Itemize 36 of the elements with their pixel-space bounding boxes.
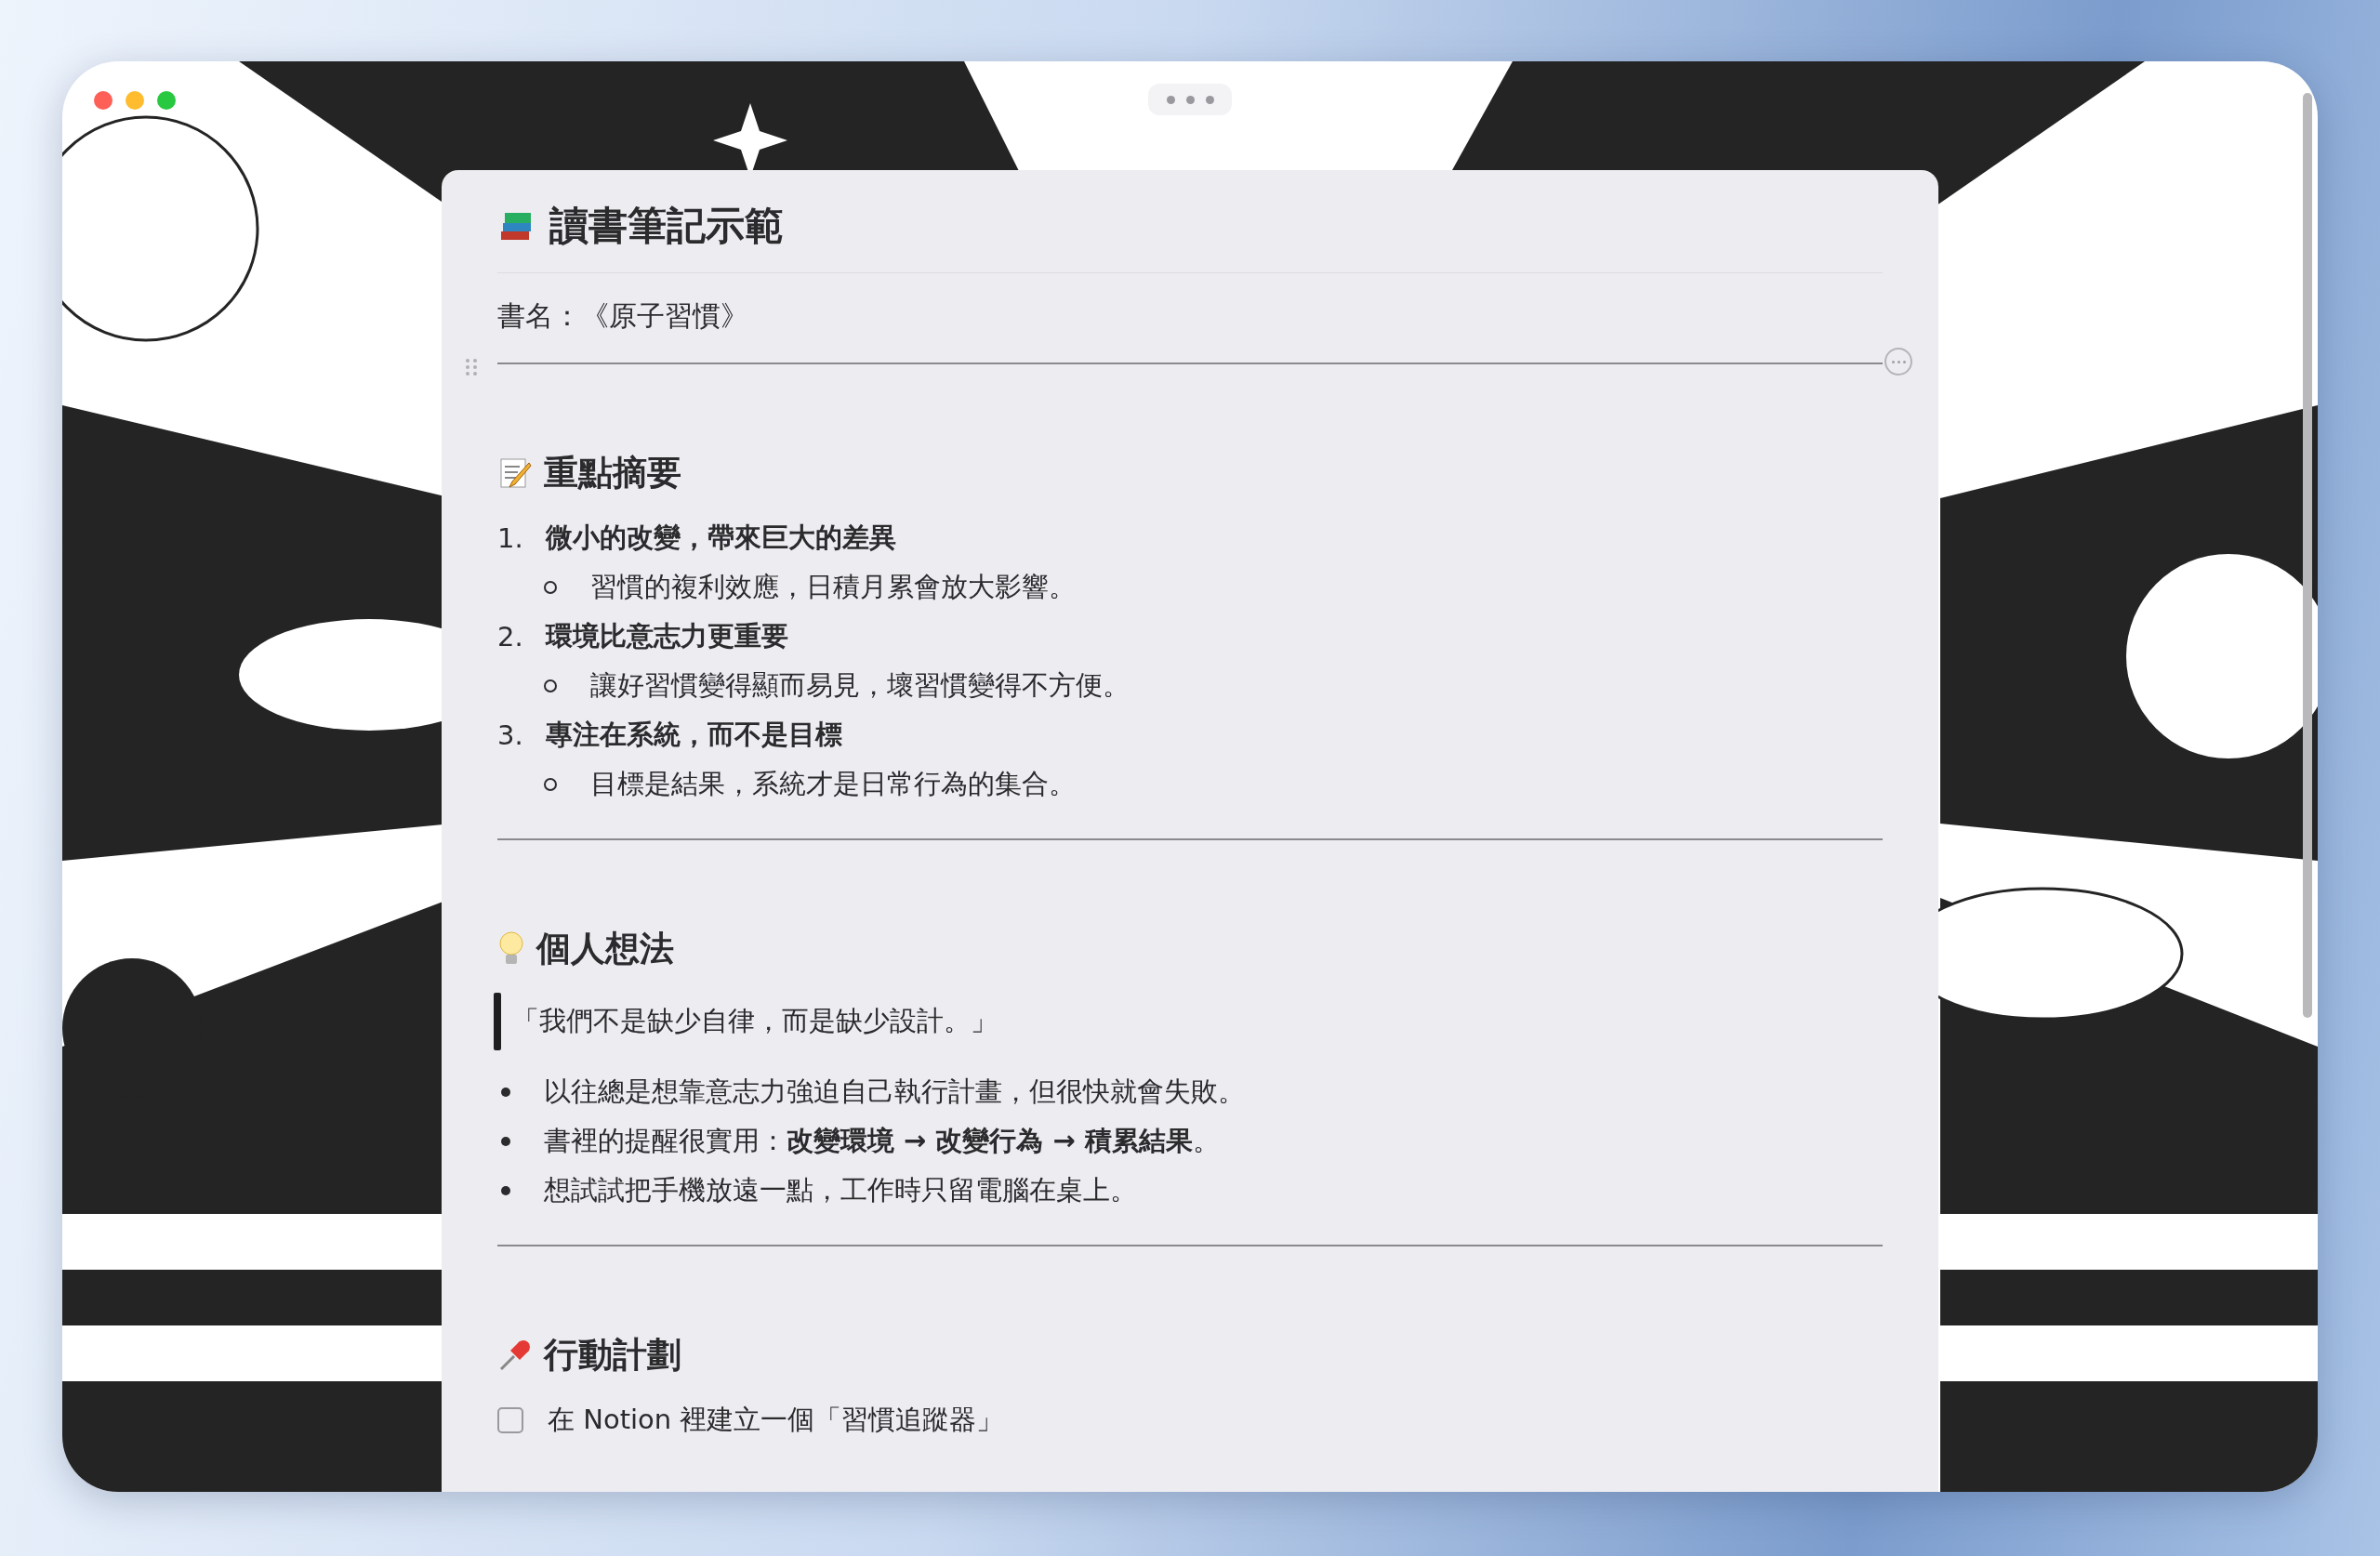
list-item-text: 微小的改變，帶來巨大的差異: [546, 520, 896, 555]
zoom-button[interactable]: [157, 91, 176, 110]
list-item-text: 以往總是想靠意志力強迫自己執行計畫，但很快就會失敗。: [544, 1074, 1245, 1109]
bullet-icon: [544, 679, 557, 692]
bullet-icon: [501, 1087, 510, 1097]
section-heading: 個人想法: [536, 928, 674, 970]
page-title: 讀書筆記示範: [549, 202, 784, 250]
bullet-icon: [544, 777, 557, 791]
list-number: 1.: [497, 521, 524, 554]
todo-checkbox[interactable]: [497, 1406, 523, 1433]
section-heading: 重點摘要: [544, 452, 681, 494]
quote-text: 「我們不是缺少自律，而是缺少設計。」: [512, 1004, 998, 1038]
bullet-icon: [501, 1185, 510, 1195]
quote-bar: [494, 993, 501, 1050]
bullet-icon: [501, 1136, 510, 1146]
window-menu-button[interactable]: [1148, 84, 1232, 115]
list-item-text: 習慣的複利效應，日積月累會放大影響。: [590, 569, 1076, 604]
todo-text: 在 Notion 裡建立一個「習慣追蹤器」: [548, 1402, 1004, 1437]
more-options-button[interactable]: [1884, 348, 1912, 376]
memo-icon: [497, 455, 533, 491]
pushpin-icon: [497, 1338, 533, 1373]
section-heading: 行動計劃: [544, 1334, 681, 1377]
list-item-text: 專注在系統，而不是目標: [546, 717, 842, 752]
book-name-text: 書名：《原子習慣》: [497, 298, 749, 334]
list-number: 2.: [497, 620, 524, 653]
list-item-text: 目標是結果，系統才是日常行為的集合。: [590, 766, 1076, 801]
list-item-text: 想試試把手機放遠一點，工作時只留電腦在桌上。: [544, 1172, 1137, 1207]
close-button[interactable]: [94, 91, 112, 110]
list-item-text: 書裡的提醒很實用：改變環境 → 改變行為 → 積累結果。: [544, 1123, 1220, 1158]
list-item-text: 讓好習慣變得顯而易見，壞習慣變得不方便。: [590, 667, 1130, 703]
list-item-text: 環境比意志力更重要: [546, 618, 788, 653]
scrollbar[interactable]: [2303, 93, 2312, 1018]
minimize-button[interactable]: [126, 91, 144, 110]
list-number: 3.: [497, 719, 524, 751]
bullet-icon: [544, 580, 557, 594]
drag-handle-icon[interactable]: [466, 359, 477, 376]
